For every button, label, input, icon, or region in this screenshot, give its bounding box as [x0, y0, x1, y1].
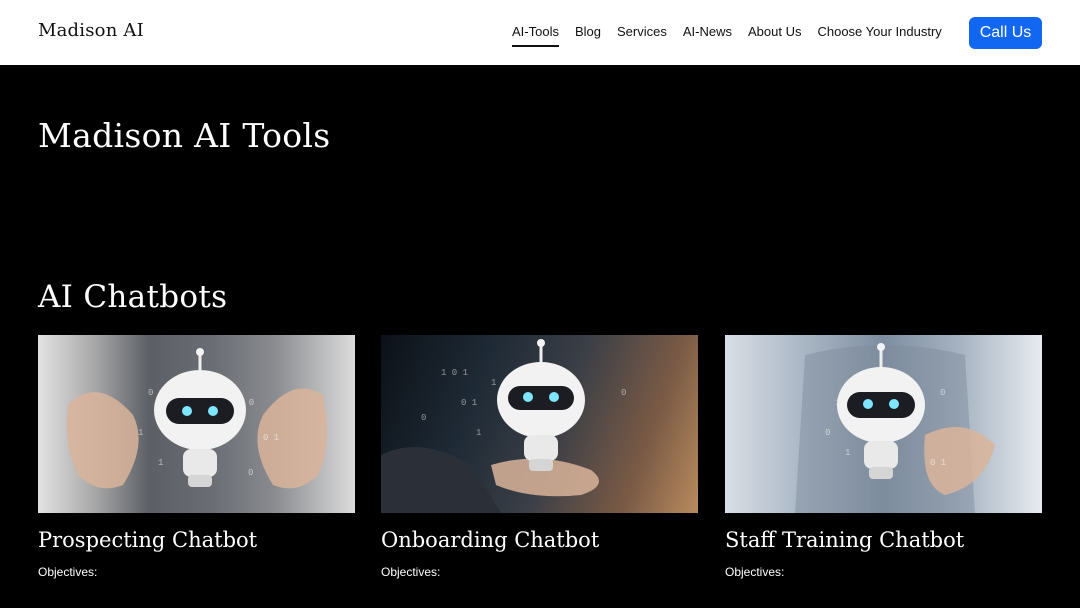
call-us-button[interactable]: Call Us — [969, 17, 1042, 49]
svg-text:1: 1 — [138, 428, 143, 438]
card-title[interactable]: Prospecting Chatbot — [38, 528, 355, 552]
card-subtitle: Objectives: — [381, 565, 441, 579]
svg-text:1: 1 — [158, 458, 163, 468]
nav-item-choose-industry[interactable]: Choose Your Industry — [817, 24, 941, 47]
svg-text:0: 0 — [421, 413, 426, 423]
svg-text:0 1: 0 1 — [461, 398, 477, 408]
nav-item-ai-news[interactable]: AI-News — [683, 24, 732, 47]
main-nav: AI-Tools Blog Services AI-News About Us … — [512, 24, 958, 47]
robot-hand-image[interactable]: 1 001 0 10 — [725, 335, 1042, 513]
site-header: Madison AI AI-Tools Blog Services AI-New… — [0, 0, 1080, 65]
section-title: AI Chatbots — [38, 279, 228, 315]
nav-item-blog[interactable]: Blog — [575, 24, 601, 47]
nav-item-ai-tools[interactable]: AI-Tools — [512, 24, 559, 47]
nav-item-services[interactable]: Services — [617, 24, 667, 47]
svg-text:0: 0 — [621, 388, 626, 398]
svg-text:0 1: 0 1 — [263, 433, 279, 443]
robot-icon: 0 11 01 01 0 1 — [66, 348, 327, 489]
svg-text:0: 0 — [940, 388, 945, 398]
svg-text:1: 1 — [491, 378, 496, 388]
svg-text:1 0 1: 1 0 1 — [441, 368, 468, 378]
card-prospecting-chatbot[interactable]: 0 11 01 010 1 Prospecting Chatbot Object… — [38, 335, 355, 579]
svg-text:1: 1 — [476, 428, 481, 438]
card-subtitle: Objectives: — [725, 565, 785, 579]
card-title[interactable]: Onboarding Chatbot — [381, 528, 698, 552]
nav-item-about-us[interactable]: About Us — [748, 24, 801, 47]
card-title[interactable]: Staff Training Chatbot — [725, 528, 1042, 552]
page-title: Madison AI Tools — [38, 116, 331, 155]
robot-icon: 1 0 1 0 1 1 0 1 0 — [381, 339, 626, 513]
card-subtitle: Objectives: — [38, 565, 98, 579]
svg-text:0 1: 0 1 — [930, 458, 946, 468]
brand-logo[interactable]: Madison AI — [38, 20, 144, 41]
card-onboarding-chatbot[interactable]: 1 0 1 0 1 1 0 1 0 Onboarding Chatbot Objecti… — [381, 335, 698, 579]
robot-hands-image[interactable]: 0 11 01 010 1 — [38, 335, 355, 513]
svg-text:1: 1 — [845, 448, 850, 458]
card-staff-training-chatbot[interactable]: 1 001 0 10 Staff Training Chatbot Object… — [725, 335, 1042, 579]
robot-palm-image[interactable]: 1 0 1 0 1 1 0 1 0 — [381, 335, 698, 513]
svg-text:0: 0 — [825, 428, 830, 438]
robot-icon: 1 001 0 10 — [795, 343, 995, 513]
svg-text:0: 0 — [248, 468, 253, 478]
